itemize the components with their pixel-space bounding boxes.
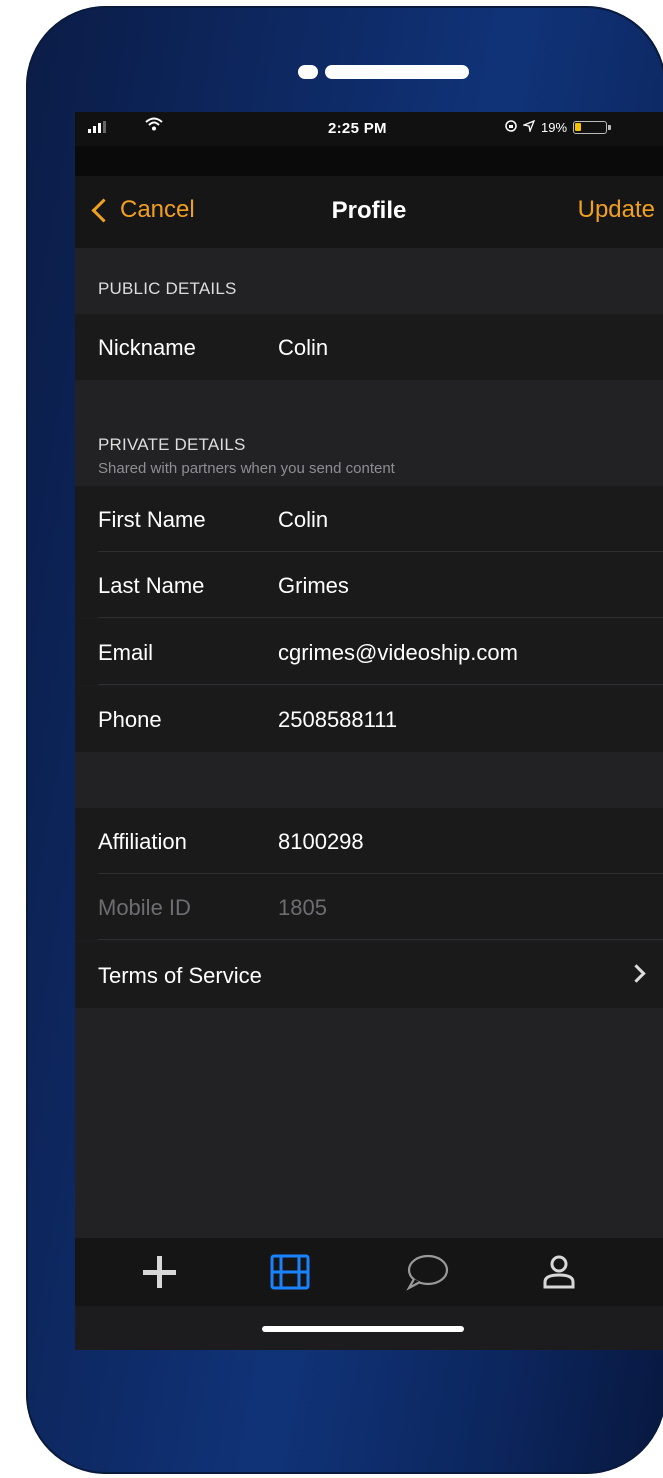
cancel-label: Cancel: [120, 196, 195, 223]
navigation-bar: Cancel Profile Update: [75, 176, 663, 248]
phone-screen: 2:25 PM 19% Cancel Profile Update PUBLIC…: [75, 112, 663, 1350]
nickname-row[interactable]: Nickname Colin: [75, 314, 663, 380]
section-subtitle: Shared with partners when you send conte…: [98, 460, 395, 477]
phone-value[interactable]: 2508588111: [278, 707, 397, 733]
email-row[interactable]: Email cgrimes@videoship.com: [75, 619, 663, 685]
home-indicator[interactable]: [262, 1326, 464, 1332]
wifi-icon: [145, 117, 163, 136]
public-details-header: PUBLIC DETAILS: [75, 248, 663, 314]
email-value[interactable]: cgrimes@videoship.com: [278, 640, 518, 666]
private-details-header: PRIVATE DETAILS Shared with partners whe…: [75, 380, 663, 486]
tab-videos[interactable]: [260, 1248, 320, 1296]
status-right-group: 19%: [505, 119, 612, 135]
nickname-label: Nickname: [98, 335, 196, 360]
affiliation-row[interactable]: Affiliation 8100298: [75, 808, 663, 874]
status-bar: 2:25 PM 19%: [75, 112, 663, 146]
phone-label: Phone: [98, 707, 162, 732]
cancel-button[interactable]: Cancel: [91, 196, 195, 224]
first-name-label: First Name: [98, 507, 206, 532]
front-camera: [298, 65, 318, 79]
last-name-value[interactable]: Grimes: [278, 573, 349, 599]
status-time: 2:25 PM: [328, 120, 387, 137]
phone-row[interactable]: Phone 2508588111: [75, 686, 663, 752]
home-indicator-area: [75, 1306, 663, 1350]
screen-lock-icon: [505, 120, 517, 135]
film-icon: [270, 1254, 310, 1290]
tab-add[interactable]: [129, 1248, 189, 1296]
row-divider: [98, 617, 663, 618]
mobile-id-label: Mobile ID: [98, 895, 191, 920]
chevron-left-icon: [91, 197, 116, 223]
row-divider: [98, 939, 663, 940]
nickname-value[interactable]: Colin: [278, 335, 328, 361]
section-title: PUBLIC DETAILS: [98, 279, 237, 298]
mobile-id-row: Mobile ID 1805: [75, 874, 663, 940]
mobile-id-value: 1805: [278, 895, 327, 920]
location-icon: [521, 119, 536, 135]
chat-bubble-icon: [406, 1254, 449, 1291]
row-divider: [98, 684, 663, 685]
section-title: PRIVATE DETAILS: [98, 435, 246, 454]
empty-space: [75, 1008, 663, 1238]
person-icon: [543, 1255, 575, 1289]
section-gap: [75, 752, 663, 808]
update-button[interactable]: Update: [578, 196, 655, 224]
status-spacer: [75, 146, 663, 176]
affiliation-value[interactable]: 8100298: [278, 829, 364, 855]
plus-icon: [143, 1256, 176, 1288]
last-name-row[interactable]: Last Name Grimes: [75, 552, 663, 618]
chevron-right-icon: [627, 964, 646, 983]
speaker-grille: [325, 65, 469, 79]
terms-of-service-label: Terms of Service: [98, 963, 262, 988]
last-name-label: Last Name: [98, 573, 205, 598]
terms-of-service-row[interactable]: Terms of Service: [75, 942, 663, 1008]
first-name-row[interactable]: First Name Colin: [75, 486, 663, 552]
battery-percent: 19%: [541, 120, 568, 135]
tab-messages[interactable]: [397, 1248, 457, 1296]
affiliation-label: Affiliation: [98, 829, 187, 854]
first-name-value[interactable]: Colin: [278, 507, 328, 533]
email-label: Email: [98, 640, 154, 665]
signal-icon: [88, 121, 106, 133]
tab-profile[interactable]: [529, 1248, 589, 1296]
tab-bar: [75, 1238, 663, 1306]
battery-icon: [573, 121, 612, 134]
